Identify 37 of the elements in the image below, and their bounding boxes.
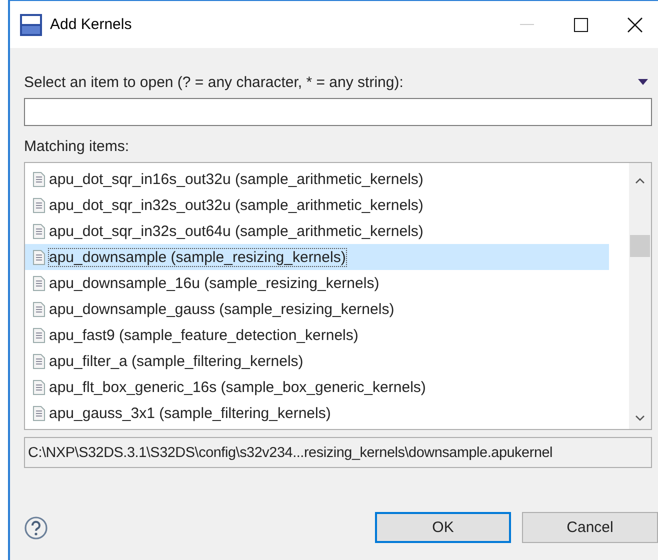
file-icon (33, 302, 45, 316)
path-field: C:\NXP\S32DS.3.1\S32DS\config\s32v234...resizing_kernels\downsample.apukernel (24, 437, 652, 468)
list-item[interactable]: apu_fast9 (sample_feature_detection_kernels) (25, 322, 609, 348)
list-item[interactable]: apu_flt_box_generic_16s (sample_box_generic_kernels) (25, 374, 609, 400)
file-icon (33, 328, 45, 342)
maximize-icon (574, 18, 588, 32)
dropdown-menu-icon[interactable] (638, 79, 648, 85)
close-icon (627, 16, 643, 32)
ok-button[interactable]: OK (375, 512, 511, 543)
filter-field[interactable] (24, 98, 652, 126)
list-item[interactable]: apu_downsample_16u (sample_resizing_kernels) (25, 270, 609, 296)
scroll-down-icon[interactable] (634, 415, 646, 421)
file-icon (33, 380, 45, 394)
file-icon (33, 406, 45, 420)
app-logo-icon (20, 14, 42, 36)
file-icon (33, 354, 45, 368)
file-icon (33, 276, 45, 290)
filter-label: Select an item to open (? = any character, * = any string): (24, 74, 404, 90)
list-item[interactable]: apu_dot_sqr_in32s_out64u (sample_arithmetic_kernels) (25, 218, 609, 244)
scroll-up-icon[interactable] (634, 178, 646, 184)
help-icon[interactable] (24, 516, 48, 540)
file-icon (33, 172, 45, 186)
list-item[interactable]: apu_downsample (sample_resizing_kernels) (25, 244, 609, 270)
list-item[interactable]: apu_dot_sqr_in32s_out32u (sample_arithmetic_kernels) (25, 192, 609, 218)
list-item[interactable]: apu_downsample_gauss (sample_resizing_kernels) (25, 296, 609, 322)
list-item[interactable]: apu_gauss_3x1 (sample_filtering_kernels) (25, 400, 609, 426)
file-icon (33, 224, 45, 238)
minimize-icon (520, 24, 534, 25)
file-icon (33, 198, 45, 212)
cancel-button[interactable]: Cancel (522, 512, 658, 543)
matching-items-label: Matching items: (24, 138, 130, 154)
list-item[interactable]: apu_dot_sqr_in16s_out32u (sample_arithmetic_kernels) (25, 166, 609, 192)
file-icon (33, 250, 45, 264)
list-item[interactable]: apu_filter_a (sample_filtering_kernels) (25, 348, 609, 374)
window-title: Add Kernels (50, 16, 133, 33)
scrollbar-thumb[interactable] (630, 235, 650, 257)
scrollbar[interactable] (629, 163, 651, 429)
